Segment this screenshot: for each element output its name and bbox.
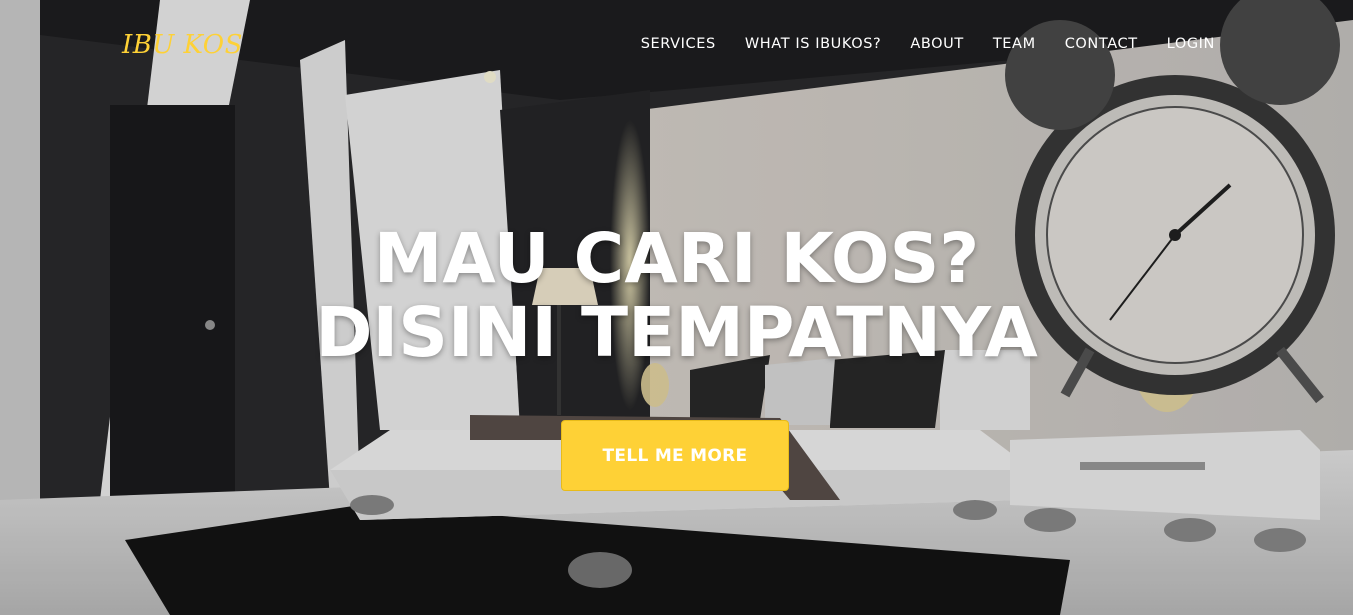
top-navbar: IBU KOS SERVICES WHAT IS IBUKOS? ABOUT T… bbox=[0, 0, 1353, 92]
hero-headline-line-2: DISINI TEMPATNYA bbox=[315, 293, 1038, 373]
nav-menu: SERVICES WHAT IS IBUKOS? ABOUT TEAM CONT… bbox=[641, 36, 1215, 52]
hero-headline-line-1: MAU CARI KOS? bbox=[373, 219, 980, 299]
tell-me-more-button[interactable]: TELL ME MORE bbox=[561, 420, 789, 491]
nav-link-team[interactable]: TEAM bbox=[993, 36, 1036, 52]
brand-logo[interactable]: IBU KOS bbox=[122, 30, 243, 60]
nav-link-about[interactable]: ABOUT bbox=[910, 36, 964, 52]
hero-section: IBU KOS SERVICES WHAT IS IBUKOS? ABOUT T… bbox=[0, 0, 1353, 615]
nav-link-contact[interactable]: CONTACT bbox=[1065, 36, 1138, 52]
nav-link-what-is-ibukos[interactable]: WHAT IS IBUKOS? bbox=[745, 36, 881, 52]
nav-link-login[interactable]: LOGIN bbox=[1167, 36, 1215, 52]
nav-link-services[interactable]: SERVICES bbox=[641, 36, 716, 52]
hero-headline: MAU CARI KOS? DISINI TEMPATNYA bbox=[0, 222, 1353, 370]
